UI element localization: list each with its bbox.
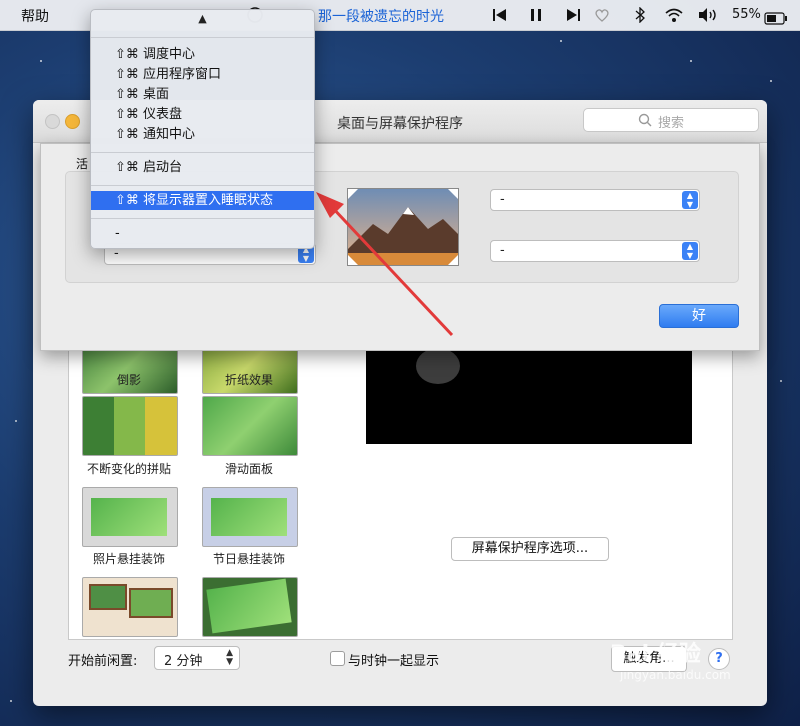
popup-stepper-icon: ▲ ▼ <box>682 191 698 209</box>
screensaver-label: 滑动面板 <box>224 462 273 476</box>
show-clock-checkbox[interactable] <box>330 651 345 666</box>
next-track-icon[interactable] <box>565 5 581 25</box>
show-clock-label: 与时钟一起显示 <box>348 654 440 669</box>
menu-item-none[interactable]: - <box>91 224 314 243</box>
screensaver-label: 折纸效果 <box>224 373 273 387</box>
popup-value: - <box>500 192 505 207</box>
screensaver-label: 节日悬挂装饰 <box>212 552 285 566</box>
search-placeholder: 搜索 <box>658 116 685 131</box>
top-right-corner-popup[interactable]: - ▲ ▼ <box>490 189 700 211</box>
idle-time-value: 2 分钟 <box>164 654 203 669</box>
screensaver-options-button[interactable]: 屏幕保护程序选项... <box>451 537 609 561</box>
baidu-watermark: Bai 经验 <box>610 642 701 667</box>
search-icon <box>638 113 652 131</box>
volume-icon[interactable] <box>697 5 719 25</box>
bottom-right-corner-popup[interactable]: - ▲ ▼ <box>490 240 700 262</box>
screensaver-thumb-vintage-prints[interactable] <box>202 577 298 637</box>
menu-separator <box>91 218 314 219</box>
screensaver-thumb-holiday-mobile[interactable] <box>202 487 298 547</box>
battery-percentage[interactable]: 55% <box>732 7 761 22</box>
search-field[interactable]: 搜索 <box>583 108 759 132</box>
battery-icon[interactable] <box>764 8 788 28</box>
menu-item-display-sleep[interactable]: ⇧⌘ 将显示器置入睡眠状态 <box>91 191 314 210</box>
menu-item-notification-center[interactable]: ⇧⌘ 通知中心 <box>91 125 314 144</box>
wifi-icon[interactable] <box>664 5 684 25</box>
pause-icon[interactable] <box>529 5 543 25</box>
screensaver-list[interactable]: 倒影 折纸效果 不断变化的拼贴 滑动面板 照片悬挂装饰 节日悬挂装饰 <box>68 345 332 640</box>
screensaver-preview <box>366 346 692 444</box>
menu-item-dashboard[interactable]: ⇧⌘ 仪表盘 <box>91 105 314 124</box>
menu-item-desktop[interactable]: ⇧⌘ 桌面 <box>91 85 314 104</box>
bluetooth-icon[interactable] <box>634 5 646 25</box>
help-button[interactable]: ? <box>708 648 730 670</box>
menu-help[interactable]: 帮助 <box>21 6 49 26</box>
stepper-icon: ▲ ▼ <box>226 648 233 667</box>
screen-thumbnail <box>347 188 459 266</box>
now-playing-title[interactable]: 那一段被遗忘的时光 <box>318 6 444 26</box>
popup-stepper-icon: ▲ ▼ <box>682 242 698 260</box>
heart-icon[interactable] <box>594 5 610 25</box>
screensaver-thumb-shifting-tiles[interactable] <box>82 396 178 456</box>
screensaver-thumb-photo-wall[interactable] <box>82 577 178 637</box>
screensaver-label: 倒影 <box>116 373 141 387</box>
menu-item-app-windows[interactable]: ⇧⌘ 应用程序窗口 <box>91 65 314 84</box>
menu-separator <box>91 152 314 153</box>
baidu-watermark-url: jingyan.baidu.com <box>620 668 731 682</box>
screensaver-thumb-photo-mobile[interactable] <box>82 487 178 547</box>
sheet-label: 活 <box>76 157 89 171</box>
screensaver-preview-panel: 屏幕保护程序选项... <box>330 345 733 640</box>
screensaver-label: 照片悬挂装饰 <box>92 552 165 566</box>
popup-value: - <box>500 243 505 258</box>
previous-track-icon[interactable] <box>492 5 508 25</box>
screensaver-thumb-sliding-panels[interactable] <box>202 396 298 456</box>
menu-separator <box>91 37 314 38</box>
menu-item-mission-control[interactable]: ⇧⌘ 调度中心 <box>91 45 314 64</box>
idle-time-select[interactable]: 2 分钟 ▲ ▼ <box>154 646 240 670</box>
menu-item-launchpad[interactable]: ⇧⌘ 启动台 <box>91 158 314 177</box>
scroll-up-arrow-icon[interactable]: ▲ <box>91 12 314 25</box>
idle-label: 开始前闲置: <box>68 654 138 669</box>
ok-button[interactable]: 好 <box>659 304 739 328</box>
screensaver-label: 不断变化的拼贴 <box>86 462 171 476</box>
hot-corner-action-menu[interactable]: ▲ ⇧⌘ 调度中心 ⇧⌘ 应用程序窗口 ⇧⌘ 桌面 ⇧⌘ 仪表盘 ⇧⌘ 通知中心… <box>90 9 315 249</box>
apple-logo-icon <box>416 348 460 384</box>
menu-separator <box>91 185 314 186</box>
